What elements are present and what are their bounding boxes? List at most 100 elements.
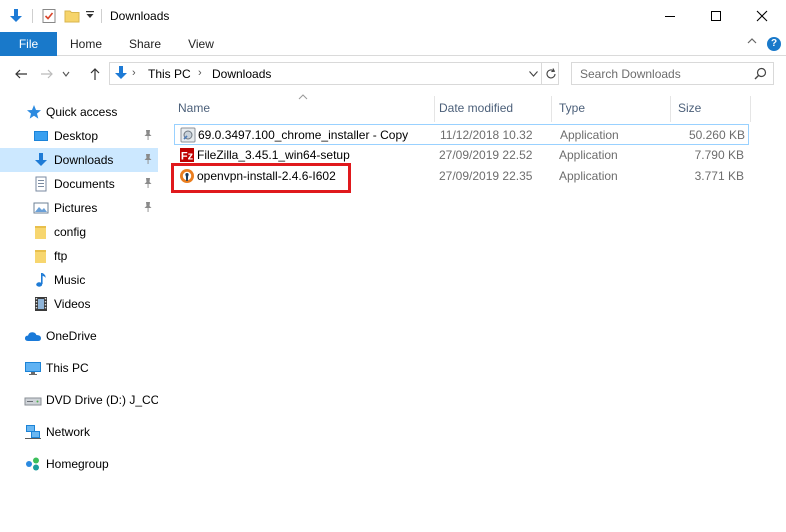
tab-home[interactable]: Home	[62, 32, 110, 56]
column-header-size[interactable]: Size	[678, 96, 701, 120]
pictures-icon	[33, 200, 49, 216]
breadcrumb-separator-icon[interactable]: ›	[132, 67, 136, 79]
new-folder-icon[interactable]	[64, 8, 80, 27]
file-size: 50.260 KB	[688, 128, 745, 142]
column-divider[interactable]	[434, 96, 435, 122]
help-icon[interactable]: ?	[767, 37, 781, 51]
sidebar-item-videos[interactable]: Videos	[0, 292, 158, 316]
tab-file[interactable]: File	[0, 32, 57, 56]
customize-toolbar-chevron-icon[interactable]	[85, 9, 95, 24]
file-name: FileZilla_3.45.1_win64-setup	[197, 148, 350, 162]
network-icon	[24, 424, 41, 440]
downloads-arrow-icon	[113, 65, 129, 81]
sidebar-item-ftp[interactable]: ftp	[0, 244, 158, 268]
sidebar-item-label: OneDrive	[46, 329, 97, 343]
onedrive-cloud-icon	[24, 328, 41, 344]
music-note-icon	[33, 272, 49, 288]
tab-view[interactable]: View	[178, 32, 224, 56]
address-bar[interactable]: › This PC › Downloads	[109, 62, 559, 85]
close-icon	[756, 10, 768, 22]
sidebar-item-homegroup[interactable]: Homegroup	[0, 452, 158, 476]
folder-icon	[33, 224, 49, 240]
refresh-button[interactable]	[541, 63, 559, 84]
file-date-modified: 11/12/2018 10.32	[440, 128, 533, 142]
sidebar-item-label: Network	[46, 425, 91, 439]
sidebar-item-label: This PC	[46, 361, 89, 375]
forward-button[interactable]	[38, 65, 56, 83]
sidebar-item-documents[interactable]: Documents	[0, 172, 158, 196]
close-button[interactable]	[739, 0, 785, 32]
title-bar: Downloads	[0, 0, 786, 32]
sidebar-item-label: config	[54, 225, 87, 239]
sidebar-item-onedrive[interactable]: OneDrive	[0, 324, 158, 348]
file-date-modified: 27/09/2019 22.52	[439, 148, 533, 162]
sidebar-item-config[interactable]: config	[0, 220, 158, 244]
sidebar-item-network[interactable]: Network	[0, 420, 158, 444]
back-button[interactable]	[12, 65, 30, 83]
maximize-icon	[711, 11, 721, 21]
titlebar-separator	[32, 9, 33, 23]
minimize-icon	[665, 16, 675, 17]
sidebar-item-label: Homegroup	[46, 457, 109, 471]
breadcrumb-separator-icon[interactable]: ›	[198, 67, 202, 79]
column-divider[interactable]	[670, 96, 671, 122]
search-icon[interactable]	[754, 67, 767, 83]
search-input[interactable]	[572, 63, 752, 84]
file-type: Application	[559, 148, 618, 162]
titlebar-separator	[101, 9, 102, 23]
back-arrow-icon	[15, 69, 27, 79]
sidebar-item-label: Desktop	[54, 129, 99, 143]
chevron-down-icon	[528, 70, 538, 77]
maximize-button[interactable]	[693, 0, 739, 32]
file-list: Name Date modified Type Size 69.0.3497.1…	[168, 92, 786, 532]
documents-icon	[33, 176, 49, 192]
ribbon-tabs: File Home Share View ?	[0, 32, 786, 56]
address-dropdown-button[interactable]	[524, 63, 542, 84]
column-divider[interactable]	[551, 96, 552, 122]
file-date-modified: 27/09/2019 22.35	[439, 169, 533, 183]
sidebar-item-pictures[interactable]: Pictures	[0, 196, 158, 220]
chevron-down-icon	[62, 71, 70, 77]
file-size: 3.771 KB	[694, 169, 744, 183]
tab-share[interactable]: Share	[120, 32, 170, 56]
expand-ribbon-chevron-icon[interactable]	[747, 36, 757, 49]
column-header-type[interactable]: Type	[559, 96, 585, 120]
up-arrow-icon	[90, 68, 100, 80]
sidebar-item-quick-access[interactable]: Quick access	[0, 100, 158, 124]
pin-icon[interactable]	[143, 153, 153, 168]
sidebar-item-this-pc[interactable]: This PC	[0, 356, 158, 380]
refresh-icon	[546, 67, 556, 78]
sidebar-item-label: ftp	[54, 249, 68, 263]
search-box[interactable]	[571, 62, 774, 85]
recent-locations-button[interactable]	[60, 65, 72, 83]
column-header-date-modified[interactable]: Date modified	[439, 96, 513, 120]
sidebar-item-dvd-drive[interactable]: DVD Drive (D:) J_CCSA_X64FRE_EN-US_DV5	[0, 388, 158, 412]
installer-icon	[180, 127, 196, 143]
breadcrumb-this-pc[interactable]: This PC	[148, 67, 191, 81]
sidebar-item-music[interactable]: Music	[0, 268, 158, 292]
sidebar-item-desktop[interactable]: Desktop	[0, 124, 158, 148]
file-type: Application	[559, 169, 618, 183]
downloads-arrow-icon	[33, 152, 49, 168]
file-row[interactable]: 69.0.3497.100_chrome_installer - Copy 11…	[174, 124, 749, 145]
pin-icon[interactable]	[143, 201, 153, 216]
highlight-box	[171, 163, 351, 193]
sidebar-item-label: DVD Drive (D:) J_CCSA_X64FRE_EN-US_DV5	[46, 393, 158, 407]
column-header-name[interactable]: Name	[178, 96, 210, 120]
film-icon	[33, 296, 49, 312]
sidebar-item-label: Quick access	[46, 105, 118, 119]
pin-icon[interactable]	[143, 129, 153, 144]
filezilla-icon: Fz	[179, 147, 195, 163]
sidebar-item-label: Videos	[54, 297, 91, 311]
pin-icon[interactable]	[143, 177, 153, 192]
sidebar-item-label: Downloads	[54, 153, 114, 167]
up-button[interactable]	[86, 65, 104, 83]
sidebar-item-downloads[interactable]: Downloads	[0, 148, 158, 172]
minimize-button[interactable]	[647, 0, 693, 32]
breadcrumb-downloads[interactable]: Downloads	[212, 67, 271, 81]
column-divider[interactable]	[750, 96, 751, 122]
dvd-drive-icon	[24, 392, 42, 408]
svg-text:Fz: Fz	[181, 151, 194, 163]
forward-arrow-icon	[41, 69, 53, 79]
properties-icon[interactable]	[41, 8, 57, 27]
